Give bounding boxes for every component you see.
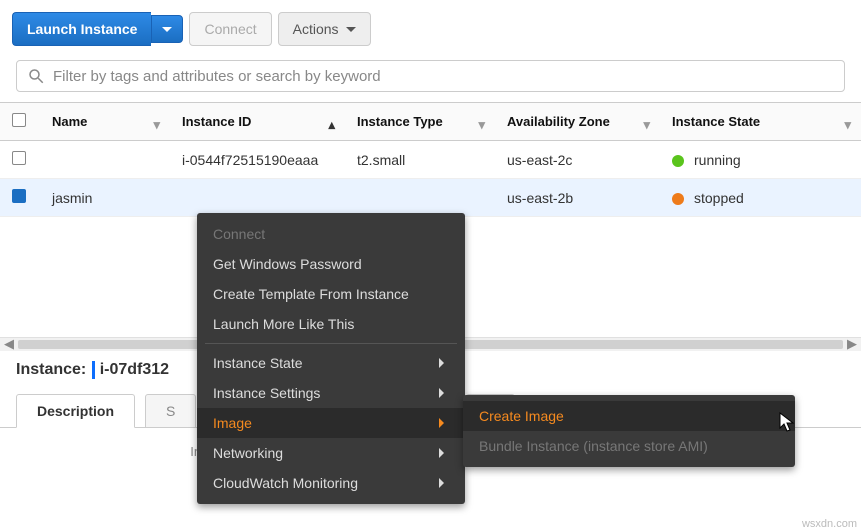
launch-instance-button[interactable]: Launch Instance bbox=[12, 12, 151, 46]
cell-state: running bbox=[660, 141, 861, 179]
chevron-down-icon bbox=[346, 27, 356, 37]
cell-state: stopped bbox=[660, 179, 861, 217]
row-checkbox[interactable] bbox=[12, 151, 26, 165]
menu-networking[interactable]: Networking bbox=[197, 438, 465, 468]
scroll-right-icon[interactable]: ▶ bbox=[843, 338, 861, 351]
menu-get-password[interactable]: Get Windows Password bbox=[197, 249, 465, 279]
connect-button: Connect bbox=[189, 12, 271, 46]
submenu-create-image[interactable]: Create Image bbox=[463, 401, 795, 431]
submenu-arrow-icon bbox=[439, 448, 449, 458]
search-input[interactable] bbox=[53, 68, 834, 85]
mouse-cursor-icon bbox=[779, 412, 797, 434]
cell-name: jasmin bbox=[40, 179, 170, 217]
table-row[interactable]: i-0544f72515190eaaa t2.small us-east-2c … bbox=[0, 141, 861, 179]
col-state[interactable]: Instance State▾ bbox=[660, 103, 861, 141]
detail-instance-id: i-07df312 bbox=[100, 361, 169, 378]
tab-description[interactable]: Description bbox=[16, 394, 135, 428]
col-name[interactable]: Name▾ bbox=[40, 103, 170, 141]
menu-cloudwatch[interactable]: CloudWatch Monitoring bbox=[197, 468, 465, 498]
row-checkbox[interactable] bbox=[12, 189, 26, 203]
detail-label: Instance: bbox=[16, 361, 86, 378]
actions-button[interactable]: Actions bbox=[278, 12, 372, 46]
menu-instance-state[interactable]: Instance State bbox=[197, 348, 465, 378]
cell-instance-type: t2.small bbox=[345, 141, 495, 179]
launch-instance-dropdown[interactable] bbox=[151, 15, 183, 43]
watermark: wsxdn.com bbox=[802, 518, 857, 530]
cell-instance-id: i-0544f72515190eaaa bbox=[170, 141, 345, 179]
submenu-arrow-icon bbox=[439, 418, 449, 428]
select-all-checkbox[interactable] bbox=[12, 113, 26, 127]
submenu-arrow-icon bbox=[439, 478, 449, 488]
search-field[interactable] bbox=[16, 60, 845, 92]
context-menu: Connect Get Windows Password Create Temp… bbox=[197, 213, 465, 504]
submenu-arrow-icon bbox=[439, 358, 449, 368]
text-cursor bbox=[92, 361, 95, 379]
table-row[interactable]: jasmin us-east-2b stopped bbox=[0, 179, 861, 217]
submenu-arrow-icon bbox=[439, 388, 449, 398]
menu-image[interactable]: Image bbox=[197, 408, 465, 438]
tab-hidden[interactable]: S bbox=[145, 394, 196, 428]
actions-label: Actions bbox=[293, 21, 339, 37]
submenu-bundle-instance: Bundle Instance (instance store AMI) bbox=[463, 431, 795, 461]
scroll-left-icon[interactable]: ◀ bbox=[0, 338, 18, 351]
toolbar: Launch Instance Connect Actions bbox=[0, 0, 861, 60]
col-az[interactable]: Availability Zone▾ bbox=[495, 103, 660, 141]
menu-launch-more[interactable]: Launch More Like This bbox=[197, 309, 465, 339]
cell-az: us-east-2b bbox=[495, 179, 660, 217]
col-instance-id[interactable]: Instance ID▴ bbox=[170, 103, 345, 141]
status-dot-icon bbox=[672, 155, 684, 167]
menu-instance-settings[interactable]: Instance Settings bbox=[197, 378, 465, 408]
menu-separator bbox=[205, 343, 457, 344]
image-submenu: Create Image Bundle Instance (instance s… bbox=[463, 395, 795, 467]
cell-instance-type bbox=[345, 179, 495, 217]
menu-create-template[interactable]: Create Template From Instance bbox=[197, 279, 465, 309]
cell-name bbox=[40, 141, 170, 179]
menu-connect: Connect bbox=[197, 219, 465, 249]
search-icon bbox=[27, 67, 45, 85]
cell-az: us-east-2c bbox=[495, 141, 660, 179]
status-dot-icon bbox=[672, 193, 684, 205]
cell-instance-id bbox=[170, 179, 345, 217]
col-instance-type[interactable]: Instance Type▾ bbox=[345, 103, 495, 141]
chevron-down-icon bbox=[162, 27, 172, 37]
